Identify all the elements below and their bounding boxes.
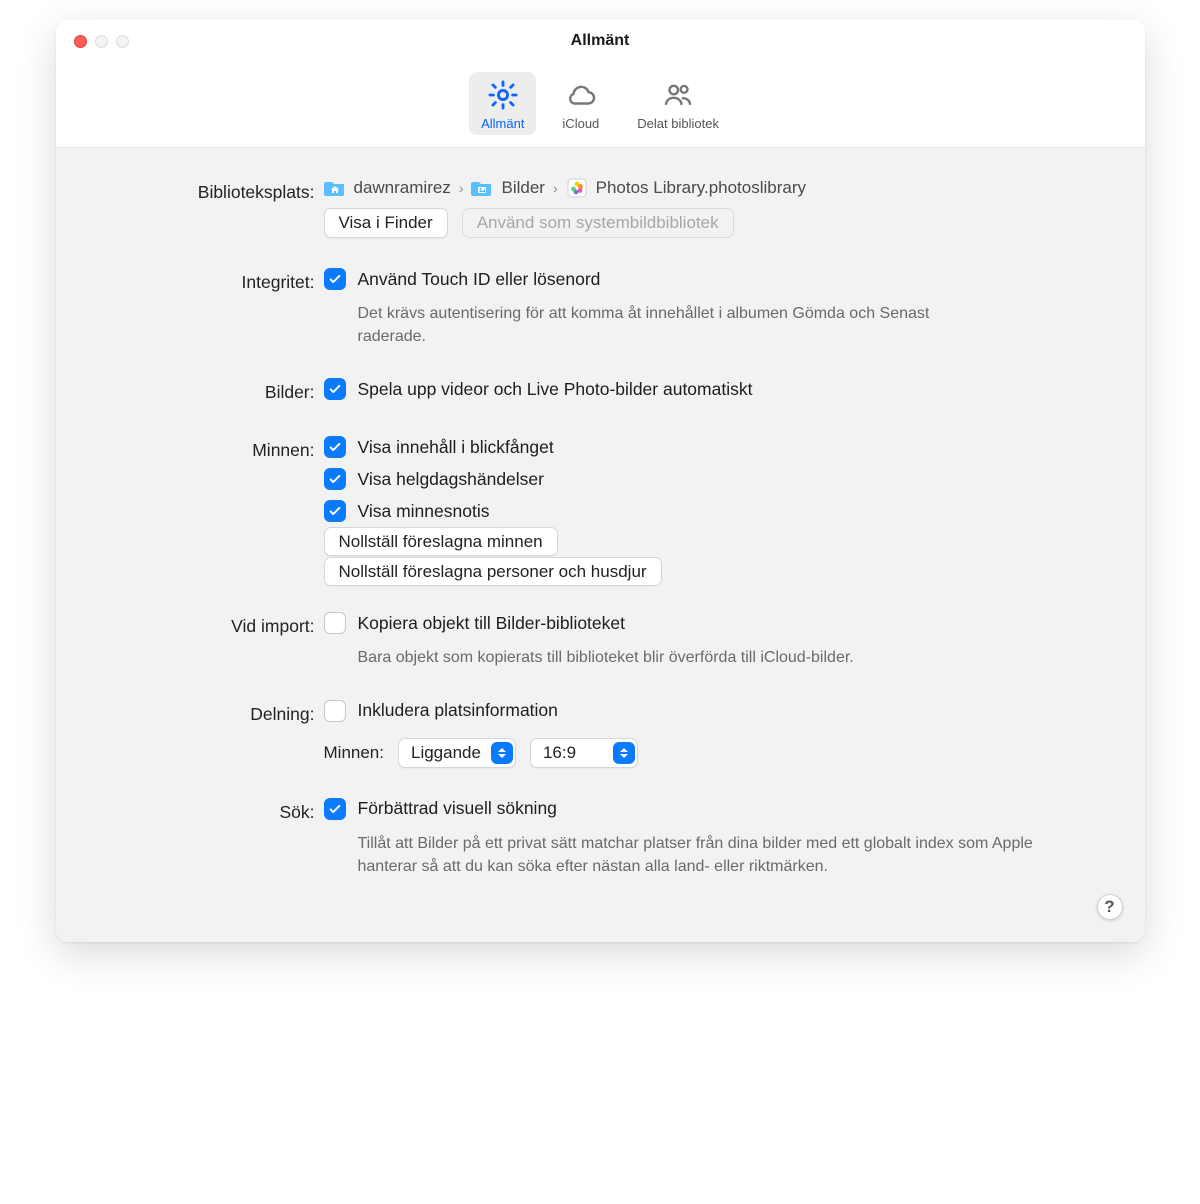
label-import: Vid import: [106, 612, 324, 640]
check-icon [328, 272, 342, 286]
enhanced-search-desc: Tillåt att Bilder på ett privat sätt mat… [358, 830, 1078, 878]
updown-icon [613, 742, 635, 764]
label-library: Biblioteksplats: [106, 178, 324, 206]
pictures-folder-icon [471, 178, 493, 198]
reset-memories-button[interactable]: Nollställ föreslagna minnen [324, 527, 558, 556]
sharing-row: Delning: Inkludera platsinformation Minn… [106, 700, 1095, 768]
tab-icloud-label: iCloud [562, 116, 599, 131]
label-sharing: Delning: [106, 700, 324, 728]
tab-general[interactable]: Allmänt [469, 72, 536, 135]
label-integrity: Integritet: [106, 268, 324, 296]
preferences-window: Allmänt Allmänt iCloud Delat bibliotek [56, 20, 1145, 942]
notif-label: Visa minnesnotis [358, 501, 490, 522]
photos-library-icon [566, 178, 588, 198]
search-row: Sök: Förbättrad visuell sökning Tillåt a… [106, 798, 1095, 878]
enhanced-search-checkbox[interactable] [324, 798, 346, 820]
library-breadcrumb: dawnramirez › Bilder › Photos Library.ph… [324, 178, 1095, 198]
notif-checkbox[interactable] [324, 500, 346, 522]
orientation-select[interactable]: Liggande [398, 738, 516, 768]
touchid-label: Använd Touch ID eller lösenord [358, 269, 601, 290]
ratio-value: 16:9 [543, 743, 603, 763]
holiday-label: Visa helgdagshändelser [358, 469, 544, 490]
reset-people-button[interactable]: Nollställ föreslagna personer och husdju… [324, 557, 662, 586]
copy-import-label: Kopiera objekt till Bilder-biblioteket [358, 613, 626, 634]
import-row: Vid import: Kopiera objekt till Bilder-b… [106, 612, 1095, 669]
show-in-finder-button[interactable]: Visa i Finder [324, 208, 448, 238]
label-search: Sök: [106, 798, 324, 826]
gear-icon [486, 78, 520, 112]
include-location-checkbox[interactable] [324, 700, 346, 722]
featured-checkbox[interactable] [324, 436, 346, 458]
tab-icloud[interactable]: iCloud [550, 72, 611, 135]
breadcrumb-pictures: Bilder [501, 178, 544, 198]
touchid-desc: Det krävs autentisering för att komma åt… [358, 300, 998, 348]
label-photos: Bilder: [106, 378, 324, 406]
check-icon [328, 382, 342, 396]
copy-import-desc: Bara objekt som kopierats till bibliotek… [358, 644, 998, 669]
tab-shared-library[interactable]: Delat bibliotek [625, 72, 731, 135]
help-button[interactable]: ? [1097, 894, 1123, 920]
include-location-label: Inkludera platsinformation [358, 700, 558, 721]
label-memories: Minnen: [106, 436, 324, 464]
memories-row: Minnen: Visa innehåll i blickfånget Visa… [106, 436, 1095, 582]
holiday-checkbox[interactable] [324, 468, 346, 490]
home-folder-icon [324, 178, 346, 198]
check-icon [328, 802, 342, 816]
tab-general-label: Allmänt [481, 116, 524, 131]
check-icon [328, 440, 342, 454]
title-bar: Allmänt [56, 20, 1145, 62]
cloud-icon [564, 78, 598, 112]
copy-import-checkbox[interactable] [324, 612, 346, 634]
orientation-value: Liggande [411, 743, 481, 763]
integrity-row: Integritet: Använd Touch ID eller löseno… [106, 268, 1095, 348]
breadcrumb-user: dawnramirez [354, 178, 451, 198]
chevron-icon: › [459, 180, 464, 196]
ratio-select[interactable]: 16:9 [530, 738, 638, 768]
chevron-icon: › [553, 180, 558, 196]
featured-label: Visa innehåll i blickfånget [358, 437, 554, 458]
enhanced-search-label: Förbättrad visuell sökning [358, 798, 557, 819]
people-icon [661, 78, 695, 112]
memories-format-label: Minnen: [324, 743, 384, 763]
window-title: Allmänt [56, 32, 1145, 50]
tab-shared-label: Delat bibliotek [637, 116, 719, 131]
check-icon [328, 504, 342, 518]
photos-row: Bilder: Spela upp videor och Live Photo-… [106, 378, 1095, 406]
breadcrumb-library: Photos Library.photoslibrary [596, 178, 806, 198]
autoplay-label: Spela upp videor och Live Photo-bilder a… [358, 379, 753, 400]
check-icon [328, 472, 342, 486]
autoplay-checkbox[interactable] [324, 378, 346, 400]
prefs-pane: Biblioteksplats: dawnramirez › Bilder › [56, 148, 1145, 942]
touchid-checkbox[interactable] [324, 268, 346, 290]
prefs-toolbar: Allmänt iCloud Delat bibliotek [56, 62, 1145, 148]
updown-icon [491, 742, 513, 764]
library-location-row: Biblioteksplats: dawnramirez › Bilder › [106, 178, 1095, 238]
use-as-system-library-button: Använd som systembildbibliotek [462, 208, 734, 238]
